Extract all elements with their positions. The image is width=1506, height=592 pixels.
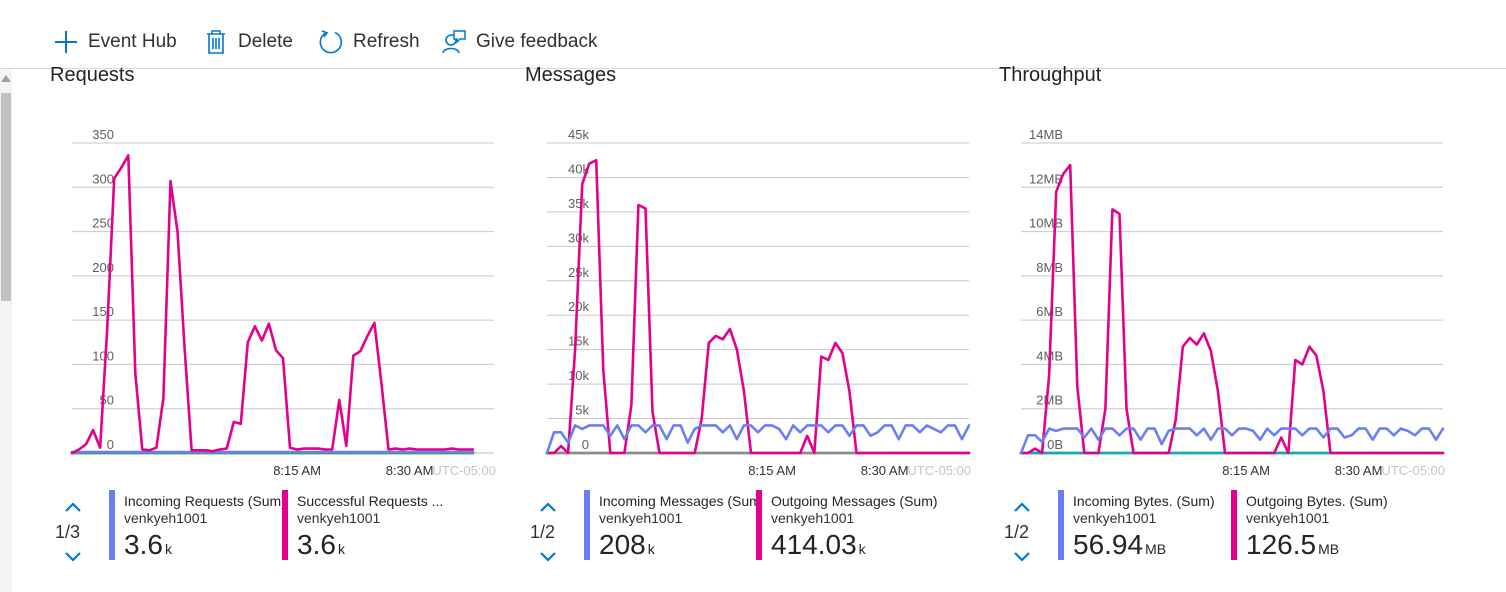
y-tick-label: 10k [568,368,589,383]
command-bar: Event Hub Delete Refresh Give feedback [0,0,1506,69]
legend-series-name: Outgoing Messages (Sum) [771,493,938,509]
y-tick-label: 35k [568,196,589,211]
legend-series-name: Successful Requests ... [297,493,444,509]
feedback-icon [442,30,466,54]
legend-color-swatch [584,490,590,560]
legend-previous-chevron-up-icon[interactable] [62,498,84,516]
legend-previous-chevron-up-icon[interactable] [537,498,559,516]
y-tick-label: 15k [568,334,589,349]
refresh-icon [319,30,343,54]
messages-title: Messages [525,64,617,86]
y-tick-label: 350 [92,127,114,142]
scroll-up-arrow-icon[interactable] [1,75,11,82]
trash-icon [207,30,225,54]
x-tick-label: 8:30 AM [861,463,909,478]
refresh-label: Refresh [353,31,420,52]
legend-resource-name: venkyeh1001 [124,510,208,526]
legend-next-chevron-down-icon[interactable] [62,548,84,566]
add-event-hub-button[interactable]: Event Hub [53,28,177,56]
plus-icon [55,31,77,53]
legend-previous-chevron-up-icon[interactable] [1011,498,1033,516]
y-tick-label: 14MB [1029,127,1063,142]
throughput-legend: 1/2 Incoming Bytes. (Sum) venkyeh1001 56… [999,490,1469,580]
requests-legend: 1/3 Incoming Requests (Sum) venkyeh1001 … [50,490,520,580]
add-event-hub-label: Event Hub [88,31,177,52]
legend-resource-name: venkyeh1001 [1246,510,1330,526]
legend-color-swatch [1231,490,1237,560]
y-tick-label: 20k [568,299,589,314]
legend-next-chevron-down-icon[interactable] [1011,548,1033,566]
legend-item-successful-requests[interactable]: Successful Requests ... venkyeh1001 3.6 k [282,490,452,562]
x-tick-label: 8:15 AM [748,463,796,478]
give-feedback-button[interactable]: Give feedback [441,28,597,56]
legend-value: 3.6 k [124,529,172,560]
legend-item-incoming-requests[interactable]: Incoming Requests (Sum) venkyeh1001 3.6 k [109,490,284,562]
x-tick-label: 8:15 AM [1222,463,1270,478]
legend-series-name: Incoming Requests (Sum) [124,493,284,509]
legend-value: 208 k [599,529,655,560]
legend-value: 126.5 MB [1246,529,1340,560]
legend-pager-count: 1/2 [1004,522,1030,542]
legend-pager-count: 1/2 [530,522,556,542]
legend-value: 56.94 MB [1073,529,1167,560]
requests-title: Requests [50,64,135,86]
legend-item-incoming-messages[interactable]: Incoming Messages (Sum) venkyeh1001 208 k [584,490,756,562]
legend-item-outgoing-messages[interactable]: Outgoing Messages (Sum) venkyeh1001 414.… [756,490,946,562]
series-line [1019,163,1445,455]
legend-color-swatch [756,490,762,560]
y-tick-label: 45k [568,127,589,142]
refresh-button[interactable]: Refresh [318,28,420,56]
legend-item-outgoing-bytes[interactable]: Outgoing Bytes. (Sum) venkyeh1001 126.5 M… [1231,490,1421,562]
legend-series-name: Outgoing Bytes. (Sum) [1246,493,1388,509]
legend-color-swatch [1058,490,1064,560]
legend-series-name: Incoming Bytes. (Sum) [1073,493,1215,509]
legend-pager-count: 1/3 [55,522,81,542]
y-tick-label: 0 [107,437,114,452]
legend-color-swatch [282,490,288,560]
scrollbar-thumb[interactable] [1,93,11,301]
vertical-scrollbar[interactable] [0,69,12,592]
legend-series-name: Incoming Messages (Sum) [599,493,756,509]
y-tick-label: 5k [575,403,589,418]
x-tick-label: 8:15 AM [273,463,321,478]
legend-value: 414.03 k [771,529,866,560]
y-tick-label: 300 [92,171,114,186]
y-tick-label: 150 [92,304,114,319]
y-tick-label: 100 [92,348,114,363]
legend-resource-name: venkyeh1001 [771,510,855,526]
x-tick-label: 8:30 AM [386,463,434,478]
legend-value: 3.6 k [297,529,345,560]
delete-label: Delete [238,31,293,52]
series-line [545,158,971,455]
y-tick-label: 10MB [1029,216,1063,231]
throughput-chart[interactable]: 0B2MB4MB6MB8MB10MB12MB14MB8:15 AM 8:30 AM… [999,110,1469,490]
timezone-label: UTC-05:00 [1381,463,1445,478]
legend-resource-name: venkyeh1001 [599,510,683,526]
legend-resource-name: venkyeh1001 [1073,510,1157,526]
requests-chart[interactable]: 0501001502002503003508:15 AM 8:30 AMUTC-0… [50,110,520,490]
delete-button[interactable]: Delete [203,28,293,56]
y-tick-label: 6MB [1036,304,1063,319]
messages-legend: 1/2 Incoming Messages (Sum) venkyeh1001 … [525,490,995,580]
y-tick-label: 0B [1047,437,1063,452]
y-tick-label: 8MB [1036,260,1063,275]
timezone-label: UTC-05:00 [432,463,496,478]
legend-color-swatch [109,490,115,560]
legend-item-incoming-bytes[interactable]: Incoming Bytes. (Sum) venkyeh1001 56.94 M… [1058,490,1230,562]
legend-resource-name: venkyeh1001 [297,510,381,526]
messages-chart[interactable]: 05k10k15k20k25k30k35k40k45k8:15 AM 8:30 A… [525,110,995,490]
x-tick-label: 8:30 AM [1335,463,1383,478]
give-feedback-label: Give feedback [476,31,598,52]
throughput-title: Throughput [999,64,1102,86]
legend-next-chevron-down-icon[interactable] [537,548,559,566]
y-tick-label: 2MB [1036,393,1063,408]
y-tick-label: 0 [582,437,589,452]
timezone-label: UTC-05:00 [907,463,971,478]
